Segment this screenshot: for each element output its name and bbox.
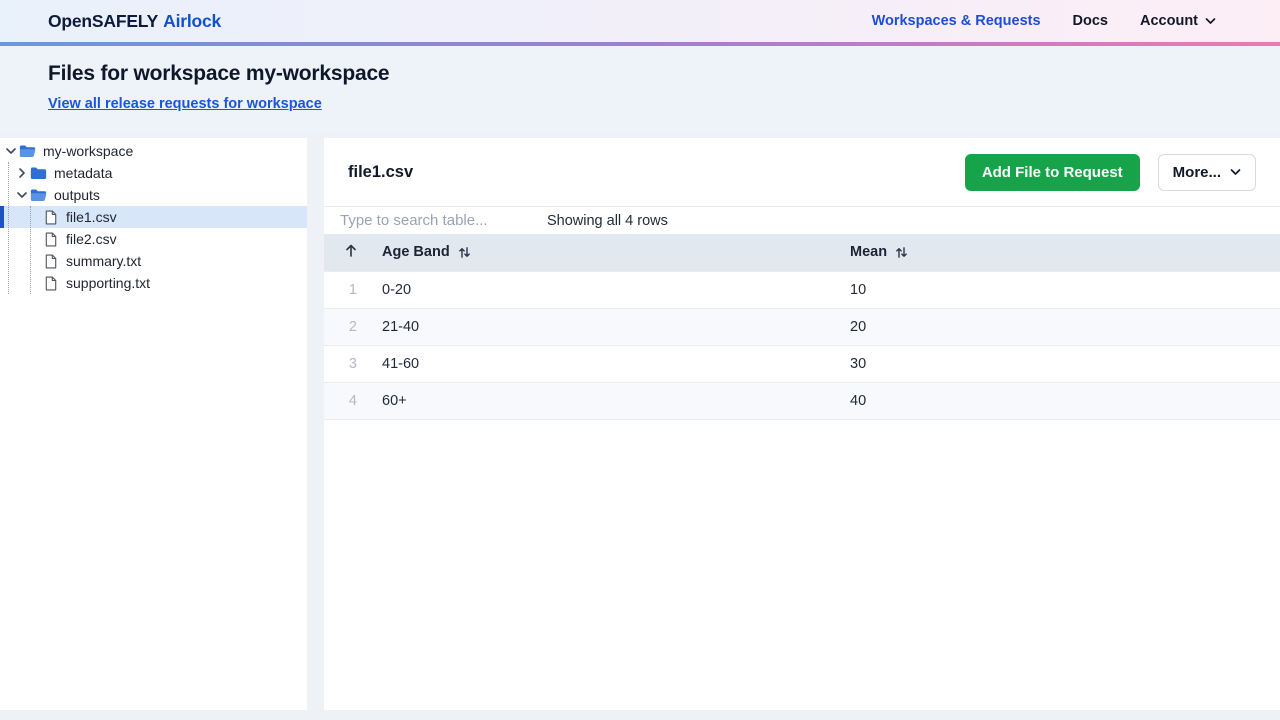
row-index: 2: [324, 307, 362, 345]
cell-mean: 10: [830, 270, 1280, 308]
row-index: 3: [324, 344, 362, 382]
nav-link-docs[interactable]: Docs: [1073, 13, 1108, 29]
tree-item-summary-txt[interactable]: summary.txt: [0, 250, 307, 272]
release-requests-link[interactable]: View all release requests for workspace: [48, 96, 322, 112]
more-button-label: More...: [1172, 163, 1221, 181]
chevron-right-icon[interactable]: [14, 168, 29, 178]
sort-icon: [458, 246, 471, 259]
nav-links: Workspaces & Requests Docs Account: [872, 13, 1216, 29]
tree-item-label: file2.csv: [66, 231, 117, 247]
column-header-index[interactable]: [324, 234, 362, 271]
nav-link-account[interactable]: Account: [1140, 13, 1216, 29]
folder-closed-icon: [29, 166, 48, 180]
brand-secondary: Airlock: [163, 10, 222, 31]
cell-age-band: 41-60: [362, 344, 830, 382]
tree-item-metadata[interactable]: metadata: [0, 162, 307, 184]
table-controls: Showing all 4 rows: [324, 207, 1280, 234]
tree-item-file1-csv[interactable]: file1.csv: [0, 206, 307, 228]
chevron-down-icon[interactable]: [3, 147, 18, 155]
tree-item-my-workspace[interactable]: my-workspace: [0, 140, 307, 162]
content-area: my-workspace metadata outputs file1.csv …: [0, 134, 1280, 720]
file-header: file1.csv Add File to Request More...: [324, 138, 1280, 207]
account-label: Account: [1140, 13, 1198, 29]
column-header-age-band[interactable]: Age Band: [362, 234, 830, 271]
row-index: 1: [324, 270, 362, 308]
table-row: 4 60+ 40: [324, 381, 1280, 420]
tree-item-outputs[interactable]: outputs: [0, 184, 307, 206]
table-row: 1 0-20 10: [324, 270, 1280, 308]
nav-link-workspaces-requests[interactable]: Workspaces & Requests: [872, 13, 1041, 29]
tree-item-label: file1.csv: [66, 209, 117, 225]
brand-primary: OpenSAFELY: [48, 10, 159, 31]
chevron-down-icon: [1205, 17, 1216, 25]
column-header-mean[interactable]: Mean: [830, 234, 1280, 271]
data-table: Age Band Mean 1 0-20 10 2 21-40 20 3 41-…: [324, 234, 1280, 420]
table-row: 2 21-40 20: [324, 307, 1280, 345]
sort-icon: [895, 246, 908, 259]
file-title: file1.csv: [348, 162, 414, 181]
file-icon: [41, 276, 60, 291]
cell-mean: 40: [830, 381, 1280, 420]
tree-item-supporting-txt[interactable]: supporting.txt: [0, 272, 307, 294]
cell-age-band: 0-20: [362, 270, 830, 308]
chevron-down-icon[interactable]: [14, 191, 29, 199]
row-count-status: Showing all 4 rows: [547, 212, 668, 229]
tree-item-label: outputs: [54, 187, 100, 203]
page-header: Files for workspace my-workspace View al…: [0, 46, 1280, 134]
folder-open-icon: [18, 144, 37, 158]
brand-logo[interactable]: OpenSAFELY Airlock: [48, 11, 221, 32]
file-icon: [41, 232, 60, 247]
column-label: Age Band: [382, 244, 450, 261]
tree-item-label: metadata: [54, 165, 113, 181]
table-row: 3 41-60 30: [324, 344, 1280, 382]
file-tree-panel: my-workspace metadata outputs file1.csv …: [0, 138, 307, 710]
table-header-row: Age Band Mean: [324, 234, 1280, 271]
file-icon: [41, 210, 60, 225]
cell-mean: 30: [830, 344, 1280, 382]
arrow-up-icon: [345, 244, 357, 257]
tree-item-label: supporting.txt: [66, 275, 151, 291]
file-icon: [41, 254, 60, 269]
tree-item-label: my-workspace: [43, 143, 134, 159]
more-button[interactable]: More...: [1157, 153, 1256, 191]
row-index: 4: [324, 381, 362, 420]
page-title: Files for workspace my-workspace: [48, 62, 390, 85]
file-actions: Add File to Request More...: [964, 153, 1256, 191]
file-detail-panel: file1.csv Add File to Request More... Sh…: [324, 138, 1280, 710]
tree-item-label: summary.txt: [66, 253, 142, 269]
top-nav: OpenSAFELY Airlock Workspaces & Requests…: [0, 0, 1280, 42]
cell-age-band: 60+: [362, 381, 830, 420]
chevron-down-icon: [1230, 168, 1241, 176]
tree-item-file2-csv[interactable]: file2.csv: [0, 228, 307, 250]
cell-age-band: 21-40: [362, 307, 830, 345]
column-label: Mean: [850, 244, 888, 261]
add-file-to-request-button[interactable]: Add File to Request: [964, 153, 1140, 191]
search-input[interactable]: [340, 212, 547, 229]
cell-mean: 20: [830, 307, 1280, 345]
folder-open-icon: [29, 188, 48, 202]
